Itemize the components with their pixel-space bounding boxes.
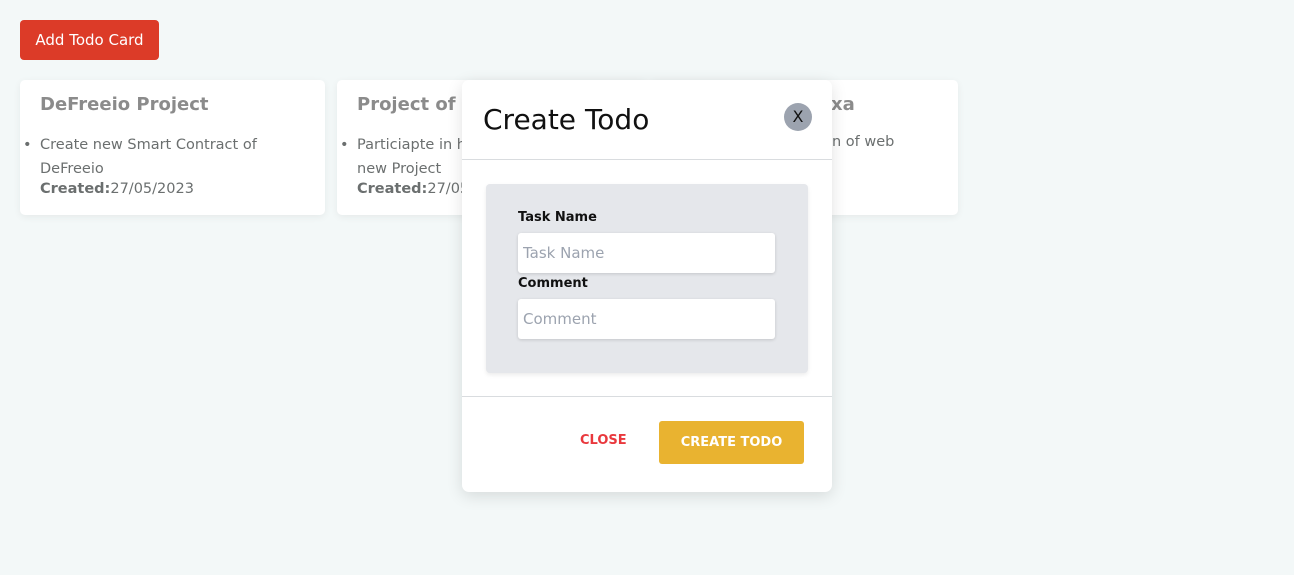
close-button[interactable]: CLOSE [580,433,627,448]
todo-card: DeFreeio Project • Create new Smart Contr… [20,80,325,215]
comment-input[interactable] [518,299,775,339]
card-item-text: n of web [832,134,895,150]
modal-title: Create Todo [483,103,650,136]
create-todo-modal: Create Todo X Task Name Comment CLOSE CR… [462,80,832,492]
close-x-button[interactable]: X [784,103,812,131]
card-created: Created:27/05/2023 [40,181,194,197]
comment-label: Comment [518,276,588,291]
card-item-text: Particiapte in h [357,137,466,153]
list-item: • Create new Smart Contract of DeFreeio [23,137,257,177]
card-item-text: Create new Smart Contract of DeFreeio [40,137,257,177]
task-name-input[interactable] [518,233,775,273]
card-created: Created:27/05 [357,181,469,197]
card-item-text: new Project [357,161,442,177]
created-label: Created: [40,181,111,197]
add-todo-card-button[interactable]: Add Todo Card [20,20,159,60]
create-todo-button[interactable]: CREATE TODO [659,421,804,464]
created-date: 27/05/2023 [110,181,194,197]
divider [462,159,832,160]
form-panel: Task Name Comment [486,184,808,373]
created-label: Created: [357,181,428,197]
card-title: Project of C [357,94,476,115]
divider [462,396,832,397]
task-name-label: Task Name [518,210,597,225]
card-title: xa [831,94,855,115]
card-title: DeFreeio Project [40,94,209,115]
